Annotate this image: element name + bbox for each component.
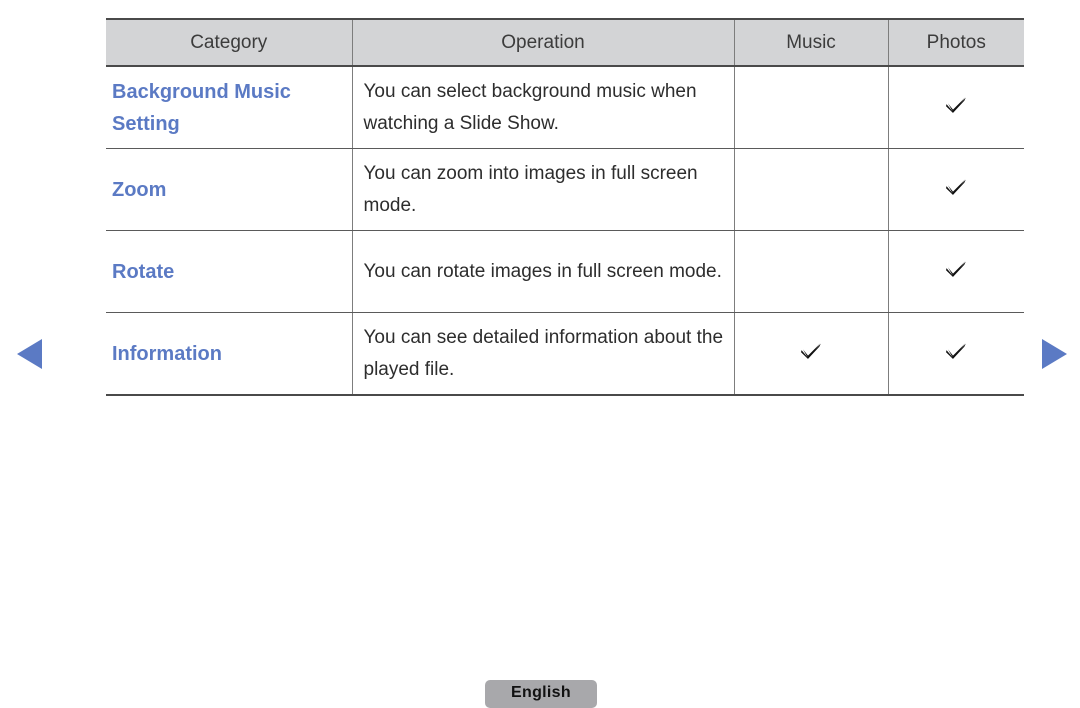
column-header-music: Music [733, 18, 888, 67]
triangle-left-icon [14, 337, 46, 371]
row-operation-text: You can zoom into images in full screen … [351, 148, 734, 231]
row-operation-text: You can see detailed information about t… [351, 312, 734, 396]
table-header: Category Operation Music Photos [106, 18, 1024, 67]
column-header-operation: Operation [351, 18, 734, 67]
table-row: Background Music Setting You can select … [106, 66, 1024, 149]
table-row: Information You can see detailed informa… [106, 312, 1024, 396]
row-photos-support [887, 66, 1024, 149]
triangle-right-icon [1038, 337, 1070, 371]
row-music-support [733, 230, 888, 313]
row-category-label: Background Music Setting [106, 66, 352, 149]
row-operation-text: You can rotate images in full screen mod… [351, 230, 734, 313]
language-button[interactable]: English [485, 680, 597, 708]
row-category-label: Rotate [106, 230, 352, 313]
feature-table: Category Operation Music Photos Backgrou… [106, 18, 1024, 396]
column-header-category: Category [106, 18, 352, 67]
check-icon [798, 338, 824, 364]
next-page-button[interactable] [1038, 337, 1070, 371]
check-icon [943, 174, 969, 200]
table-header-row: Category Operation Music Photos [106, 18, 1024, 67]
row-music-support [733, 312, 888, 396]
row-category-label: Information [106, 312, 352, 396]
column-header-photos: Photos [887, 18, 1024, 67]
row-photos-support [887, 312, 1024, 396]
row-photos-support [887, 148, 1024, 231]
table-body: Background Music Setting You can select … [106, 66, 1024, 396]
check-icon [943, 92, 969, 118]
row-music-support [733, 66, 888, 149]
row-operation-text: You can select background music when wat… [351, 66, 734, 149]
previous-page-button[interactable] [14, 337, 46, 371]
check-icon [943, 256, 969, 282]
row-music-support [733, 148, 888, 231]
feature-table-container: Category Operation Music Photos Backgrou… [106, 18, 1024, 396]
table-row: Rotate You can rotate images in full scr… [106, 230, 1024, 313]
check-icon [943, 338, 969, 364]
table-row: Zoom You can zoom into images in full sc… [106, 148, 1024, 231]
row-photos-support [887, 230, 1024, 313]
row-category-label: Zoom [106, 148, 352, 231]
